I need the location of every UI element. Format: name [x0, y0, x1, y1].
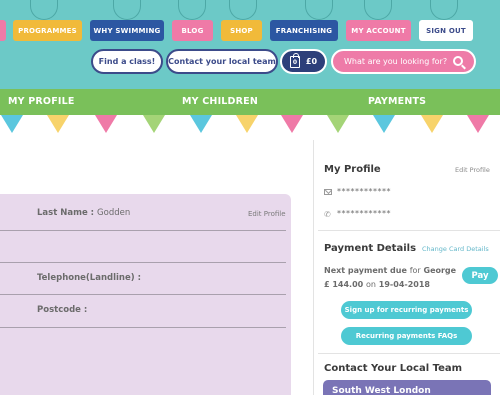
tab-my-profile[interactable]: MY PROFILE: [8, 96, 75, 107]
nav-blog[interactable]: BLOG: [172, 20, 213, 41]
nav-my-account[interactable]: MY ACCOUNT: [346, 20, 411, 41]
hanger-decoration: [364, 0, 392, 20]
sidebar-separator: [318, 230, 500, 231]
hanger-decoration: [305, 0, 333, 20]
basket-total: £0: [305, 57, 318, 66]
last-name-value: Godden: [97, 208, 131, 218]
next-payment-date: 19-04-2018: [378, 280, 430, 289]
section-nav: MY PROFILE MY CHILDREN PAYMENTS: [0, 89, 500, 115]
bunting-flag: [47, 115, 69, 133]
bunting-flag: [236, 115, 258, 133]
tab-my-children[interactable]: MY CHILDREN: [182, 96, 258, 107]
search-icon[interactable]: [453, 56, 463, 66]
recurring-signup-button[interactable]: Sign up for recurring payments: [341, 301, 472, 319]
sidebar-edit-profile-link[interactable]: Edit Profile: [455, 166, 490, 174]
search-placeholder: What are you looking for?: [344, 57, 448, 66]
next-payment-for: for: [409, 266, 421, 275]
search-input[interactable]: What are you looking for?: [331, 49, 476, 74]
hanger-decoration: [229, 0, 257, 20]
divider: [0, 230, 286, 231]
masked-email: ************: [337, 187, 391, 196]
local-team-card[interactable]: South West London: [323, 380, 491, 395]
next-payment-child: George: [423, 266, 457, 275]
nav-why-swimming[interactable]: WHY SWIMMING: [90, 20, 164, 41]
find-class-button[interactable]: Find a class!: [91, 49, 163, 74]
next-payment-amount: £ 144.00: [324, 280, 364, 289]
shopping-bag-icon: 0: [289, 52, 300, 68]
nav-sign-out[interactable]: SIGN OUT: [419, 20, 473, 41]
masked-phone: ************: [337, 209, 391, 218]
hanger-decoration: [30, 0, 58, 20]
telephone-label: Telephone(Landline) :: [37, 273, 141, 283]
contact-local-team-button[interactable]: Contact your local team: [166, 49, 278, 74]
bunting-flag: [421, 115, 443, 133]
bunting-flag: [373, 115, 395, 133]
edit-profile-link[interactable]: Edit Profile: [248, 210, 286, 218]
pay-button[interactable]: Pay: [462, 267, 498, 284]
divider: [0, 327, 286, 328]
nav-partial-button[interactable]: [0, 20, 6, 41]
bunting-flag: [467, 115, 489, 133]
phone-icon: ✆: [324, 210, 331, 219]
recurring-faqs-button[interactable]: Recurring payments FAQs: [341, 327, 472, 345]
nav-shop[interactable]: SHOP: [221, 20, 262, 41]
hanger-decoration: [113, 0, 141, 20]
last-name-field: Last Name : Godden: [37, 208, 130, 218]
profile-details-card: Last Name : Godden Edit Profile Telephon…: [0, 194, 291, 395]
bunting-flag: [327, 115, 349, 133]
nav-programmes[interactable]: PROGRAMMES: [13, 20, 82, 41]
postcode-label: Postcode :: [37, 305, 88, 315]
top-header: PROGRAMMES WHY SWIMMING BLOG SHOP FRANCH…: [0, 0, 500, 89]
next-payment-info: Next payment due for George £ 144.00 on …: [324, 264, 456, 292]
nav-franchising[interactable]: FRANCHISING: [270, 20, 338, 41]
bunting-decoration: [0, 115, 500, 139]
bunting-flag: [95, 115, 117, 133]
basket-button[interactable]: 0 £0: [280, 49, 327, 74]
bunting-flag: [1, 115, 23, 133]
mail-icon: [324, 189, 332, 195]
local-team-name: South West London: [332, 386, 431, 395]
contact-local-team-title: Contact Your Local Team: [324, 363, 463, 374]
payment-details-title: Payment Details: [324, 243, 417, 254]
sidebar-divider: [313, 140, 314, 395]
bunting-flag: [143, 115, 165, 133]
sidebar-separator: [318, 353, 500, 354]
hanger-decoration: [178, 0, 206, 20]
sidebar-my-profile-title: My Profile: [324, 164, 381, 175]
change-card-link[interactable]: Change Card Details: [422, 245, 489, 253]
bunting-flag: [190, 115, 212, 133]
tab-payments[interactable]: PAYMENTS: [368, 96, 426, 107]
bunting-flag: [281, 115, 303, 133]
next-payment-on: on: [366, 280, 376, 289]
next-payment-prefix: Next payment due: [324, 266, 407, 275]
divider: [0, 294, 286, 295]
hanger-decoration: [430, 0, 458, 20]
last-name-label: Last Name :: [37, 208, 95, 218]
divider: [0, 262, 286, 263]
